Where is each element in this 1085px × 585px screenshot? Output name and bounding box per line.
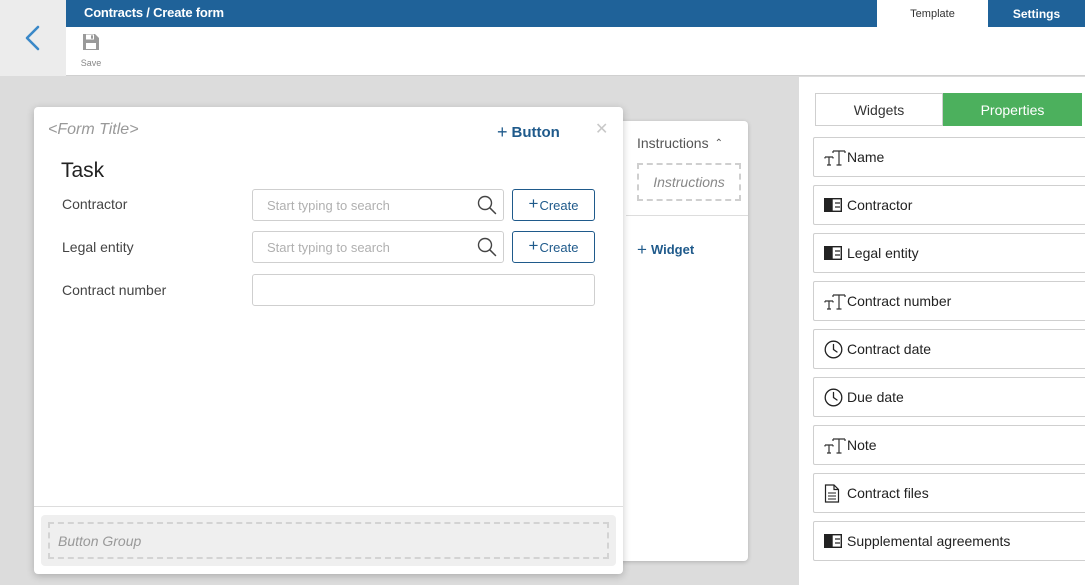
plus-icon: + (528, 236, 539, 255)
button-group-area: Button Group (41, 515, 616, 566)
breadcrumb: Contracts / Create form (84, 5, 224, 20)
chevron-left-icon (25, 25, 40, 51)
property-item-legal-entity[interactable]: Legal entity (813, 233, 1085, 273)
save-button[interactable]: Save (78, 33, 104, 68)
legal-entity-search-input[interactable] (253, 232, 463, 262)
clock-icon (824, 339, 846, 359)
add-widget-button[interactable]: + Widget (637, 239, 694, 259)
property-label: Legal entity (847, 245, 919, 261)
property-label: Due date (847, 389, 904, 405)
form-card: <Form Title> +Button ✕ Task Contractor +… (34, 107, 623, 574)
instructions-header: Instructions (637, 135, 709, 151)
contractor-search[interactable] (252, 189, 504, 221)
contractor-search-input[interactable] (253, 190, 463, 220)
plus-icon: + (497, 122, 508, 142)
top-bar: Contracts / Create form Template Setting… (66, 0, 1085, 27)
app-icon (824, 243, 846, 263)
save-icon (83, 34, 99, 50)
add-button-button[interactable]: + Button (497, 121, 560, 142)
property-item-contract-number[interactable]: Contract number (813, 281, 1085, 321)
search-icon[interactable] (477, 237, 497, 257)
legal-entity-search[interactable] (252, 231, 504, 263)
legal-entity-create-button[interactable]: + Create (512, 231, 595, 263)
back-button[interactable] (0, 0, 66, 76)
search-icon[interactable] (477, 195, 497, 215)
contractor-create-button[interactable]: + Create (512, 189, 595, 221)
toolbar: Save (66, 27, 1085, 76)
property-label: Note (847, 437, 877, 453)
create-label: Create (539, 239, 579, 255)
text-icon (824, 147, 846, 167)
contract-number-label: Contract number (62, 282, 167, 298)
plus-icon: + (528, 194, 539, 213)
button-group-dropzone[interactable]: Button Group (48, 522, 609, 559)
property-item-note[interactable]: Note (813, 425, 1085, 465)
text-icon (824, 291, 846, 311)
panel-tabs: Widgets Properties (815, 93, 1082, 126)
tab-widgets[interactable]: Widgets (815, 93, 943, 126)
create-label: Create (539, 197, 579, 213)
text-icon (824, 435, 846, 455)
close-icon[interactable]: ✕ (595, 119, 608, 139)
instructions-panel: Instructions ⌃ Instructions + Widget (612, 121, 748, 561)
property-item-due-date[interactable]: Due date (813, 377, 1085, 417)
chevron-up-icon: ⌃ (714, 137, 723, 149)
section-title: Task (61, 159, 105, 182)
property-label: Contract date (847, 341, 932, 357)
plus-icon: + (637, 240, 647, 259)
contractor-label: Contractor (62, 196, 128, 212)
property-label: Supplemental agreements (847, 533, 1011, 549)
divider (34, 506, 623, 507)
app-icon (824, 195, 846, 215)
form-title[interactable]: <Form Title> (48, 121, 139, 139)
contract-number-field[interactable] (252, 274, 595, 306)
file-icon (824, 483, 846, 503)
property-label: Contract number (847, 293, 952, 309)
clock-icon (824, 387, 846, 407)
property-item-contract-files[interactable]: Contract files (813, 473, 1085, 513)
property-label: Contract files (847, 485, 929, 501)
tab-settings[interactable]: Settings (988, 0, 1085, 27)
save-label: Save (80, 58, 102, 68)
instructions-toggle[interactable]: Instructions ⌃ (637, 135, 723, 151)
property-label: Contractor (847, 197, 913, 213)
app-icon (824, 531, 846, 551)
property-item-contractor[interactable]: Contractor (813, 185, 1085, 225)
property-item-supplemental-agreements[interactable]: Supplemental agreements (813, 521, 1085, 561)
instructions-dropzone[interactable]: Instructions (637, 163, 741, 201)
property-item-name[interactable]: Name (813, 137, 1085, 177)
divider (626, 215, 748, 216)
add-widget-label: Widget (650, 242, 695, 257)
property-label: Name (847, 149, 885, 165)
tab-properties[interactable]: Properties (943, 93, 1082, 126)
property-item-contract-date[interactable]: Contract date (813, 329, 1085, 369)
legal-entity-label: Legal entity (62, 239, 134, 255)
add-button-label: Button (511, 124, 560, 141)
properties-panel: Widgets Properties Name Contractor Legal… (799, 77, 1085, 585)
tab-template[interactable]: Template (877, 0, 988, 27)
